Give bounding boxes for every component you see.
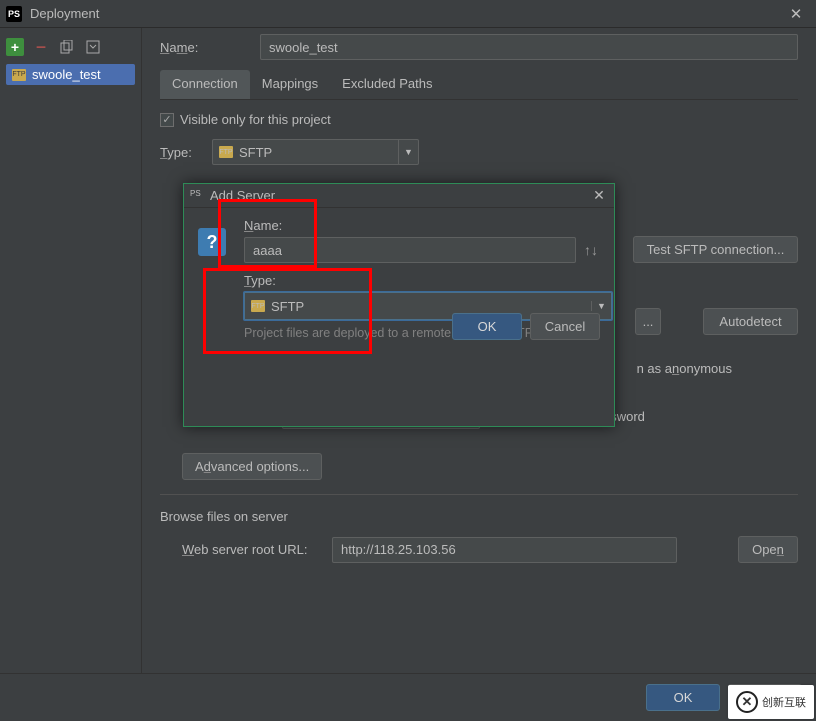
modal-ok-button[interactable]: OK [452,313,522,340]
chevron-down-icon[interactable]: ▼ [398,140,418,164]
sidebar-toolbar: + − [6,36,135,58]
copy-icon[interactable] [58,38,76,56]
divider [160,494,798,495]
tab-excluded[interactable]: Excluded Paths [330,70,444,99]
type-value: SFTP [233,145,398,160]
anonymous-label: n as anonymous [637,361,732,376]
name-input[interactable] [260,34,798,60]
sidebar-item-server[interactable]: FTP swoole_test [6,64,135,85]
name-label: Name: [160,40,250,55]
dialog-footer: OK Cancel [452,313,600,340]
close-icon[interactable]: ✕ [590,187,608,204]
sort-icon[interactable]: ↑↓ [584,242,598,258]
advanced-options-button[interactable]: Advanced options... [182,453,322,480]
visible-checkbox[interactable]: ✓ [160,113,174,127]
add-server-dialog: PS Add Server ✕ ? Name: ↑↓ Type: FTP SFT… [183,183,615,427]
ellipsis-button[interactable]: ... [635,308,661,335]
footer: OK Cancel [0,673,816,721]
browse-label: Browse files on server [160,509,798,524]
watermark: ✕ 创新互联 [728,685,814,719]
dialog-title: Add Server [210,188,590,203]
type-select[interactable]: FTP SFTP ▼ [212,139,419,165]
modal-type-value: SFTP [265,299,591,314]
app-icon: PS [6,6,22,22]
modal-type-label: Type: [244,273,598,288]
dialog-titlebar: PS Add Server ✕ [184,184,614,208]
type-label: Type: [160,145,202,160]
chevron-down-icon[interactable]: ▼ [591,301,611,311]
test-sftp-button[interactable]: Test SFTP connection... [633,236,798,263]
toggle-icon[interactable] [84,38,102,56]
question-icon: ? [198,228,226,256]
app-icon: PS [190,189,204,203]
watermark-text: 创新互联 [762,694,806,710]
window-title: Deployment [30,6,782,21]
tab-mappings[interactable]: Mappings [250,70,330,99]
modal-name-label: Name: [244,218,598,233]
ok-button[interactable]: OK [646,684,720,711]
autodetect-button[interactable]: Autodetect [703,308,798,335]
sidebar-item-label: swoole_test [32,67,101,82]
visible-checkbox-row: ✓ Visible only for this project [160,112,798,127]
dialog-body: ? Name: ↑↓ Type: FTP SFTP ▼ Project file… [184,208,614,350]
web-root-label: Web server root URL: [182,542,322,557]
sidebar: + − FTP swoole_test [0,28,142,673]
add-icon[interactable]: + [6,38,24,56]
close-icon[interactable]: ✕ [782,2,810,26]
ftp-icon: FTP [251,300,265,312]
modal-name-input[interactable] [244,237,576,263]
tabs: Connection Mappings Excluded Paths [160,70,798,100]
tab-connection[interactable]: Connection [160,70,250,99]
web-root-input[interactable] [332,537,677,563]
remove-icon[interactable]: − [32,38,50,56]
visible-label: Visible only for this project [180,112,331,127]
open-button[interactable]: Open [738,536,798,563]
watermark-logo: ✕ [736,691,758,713]
titlebar: PS Deployment ✕ [0,0,816,28]
modal-cancel-button[interactable]: Cancel [530,313,600,340]
ftp-icon: FTP [219,146,233,158]
ftp-icon: FTP [12,69,26,81]
